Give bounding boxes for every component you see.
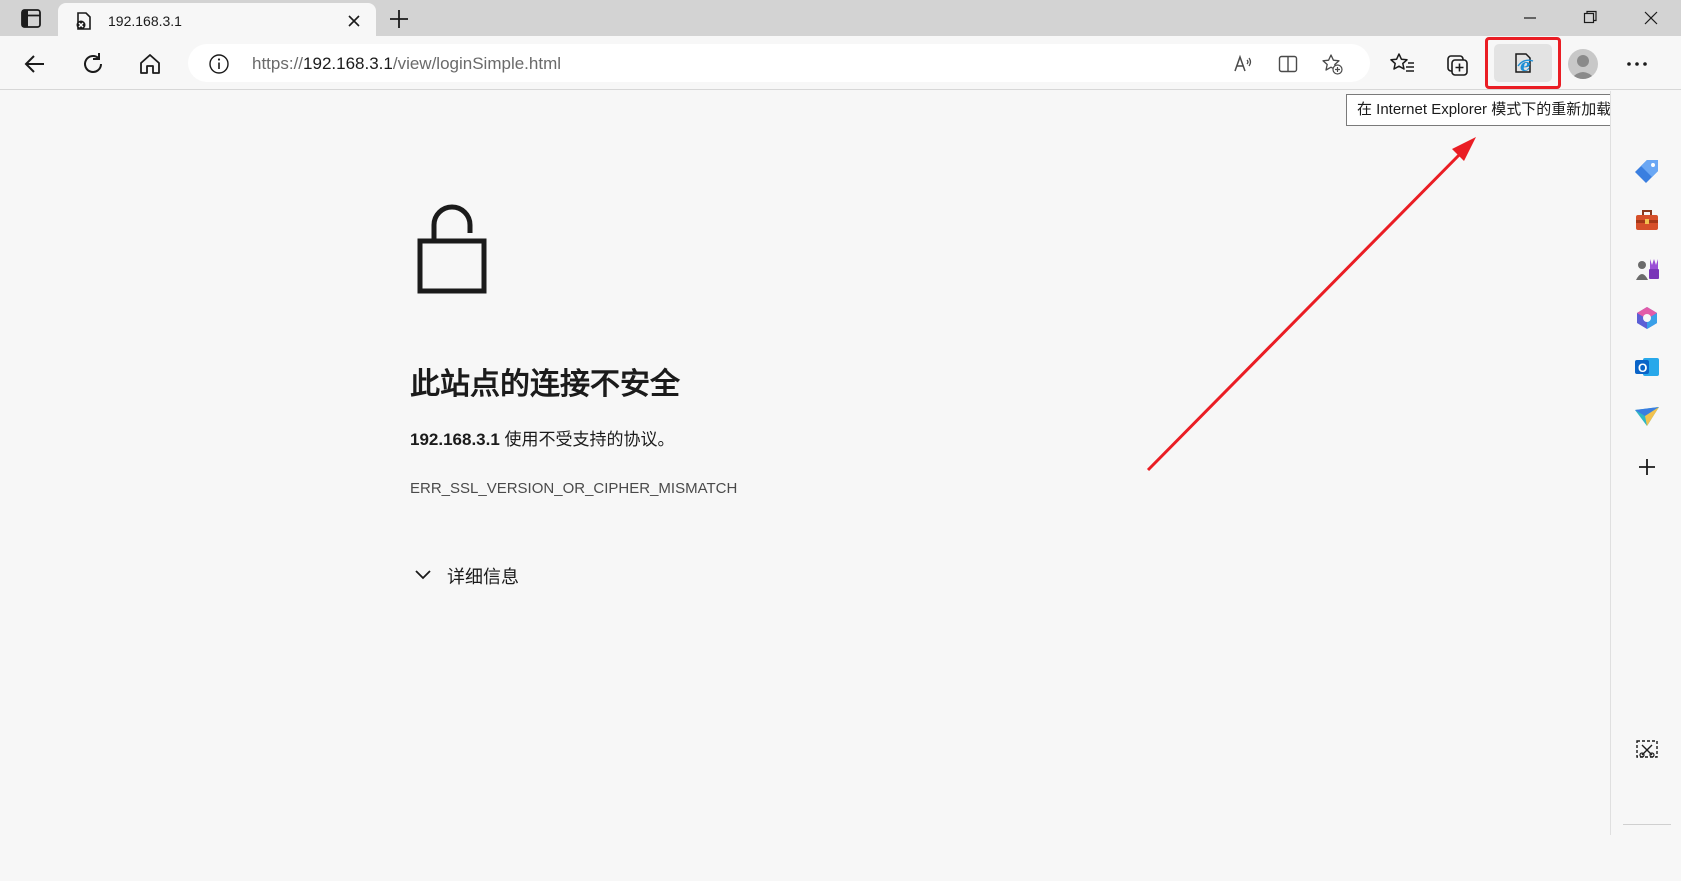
refresh-button[interactable] xyxy=(77,48,109,80)
tab-strip: 192.168.3.1 xyxy=(0,0,1681,39)
tools-briefcase-icon[interactable] xyxy=(1633,206,1661,234)
collections-button[interactable] xyxy=(1441,48,1473,80)
split-screen-icon[interactable] xyxy=(1277,53,1299,75)
screenshot-icon[interactable] xyxy=(1633,736,1661,764)
read-aloud-icon[interactable] xyxy=(1232,53,1254,75)
url-text[interactable]: https://192.168.3.1/view/loginSimple.htm… xyxy=(252,54,561,74)
more-icon xyxy=(1627,62,1647,66)
more-button[interactable] xyxy=(1621,48,1653,80)
favorites-icon xyxy=(1390,53,1414,72)
office-icon[interactable] xyxy=(1633,304,1661,332)
profile-avatar[interactable] xyxy=(1568,49,1598,79)
collections-icon xyxy=(1447,55,1468,76)
favorites-button[interactable] xyxy=(1386,48,1418,80)
tab-title: 192.168.3.1 xyxy=(108,13,182,29)
site-info-icon[interactable] xyxy=(208,53,230,75)
refresh-icon xyxy=(84,53,102,73)
back-button[interactable] xyxy=(19,48,51,80)
url-path: /view/loginSimple.html xyxy=(392,54,562,73)
url-host: 192.168.3.1 xyxy=(303,54,393,73)
shopping-tag-icon[interactable] xyxy=(1633,157,1661,185)
minimize-button[interactable] xyxy=(1515,6,1545,30)
error-description: 192.168.3.1 使用不受支持的协议。 xyxy=(410,425,675,450)
outlook-icon[interactable]: O xyxy=(1633,353,1661,381)
edge-sidebar: O xyxy=(1610,91,1681,835)
back-icon xyxy=(24,55,44,73)
tab-actions-button[interactable] xyxy=(12,6,48,32)
active-tab[interactable]: 192.168.3.1 xyxy=(58,3,376,39)
navigation-toolbar: https://192.168.3.1/view/loginSimple.htm… xyxy=(0,36,1681,90)
restore-icon xyxy=(1583,10,1597,24)
error-page: 此站点的连接不安全 192.168.3.1 使用不受支持的协议。 ERR_SSL… xyxy=(0,91,1610,881)
insecure-page-icon xyxy=(74,11,94,31)
send-icon[interactable] xyxy=(1633,402,1661,430)
sidebar-divider xyxy=(1623,824,1671,825)
add-icon[interactable] xyxy=(1633,453,1661,481)
tab-actions-icon xyxy=(21,9,41,28)
games-icon[interactable] xyxy=(1633,255,1661,283)
home-button[interactable] xyxy=(134,48,166,80)
url-scheme: https:// xyxy=(252,54,304,73)
close-icon xyxy=(1644,11,1658,25)
home-icon xyxy=(140,54,160,74)
plus-icon xyxy=(390,10,408,28)
add-favorite-icon[interactable] xyxy=(1321,53,1343,75)
unlocked-padlock-icon xyxy=(414,199,500,295)
close-window-button[interactable] xyxy=(1636,6,1666,30)
error-title: 此站点的连接不安全 xyxy=(410,368,680,401)
error-site: 192.168.3.1 xyxy=(410,430,500,449)
tab-close-icon[interactable] xyxy=(345,12,363,30)
chevron-down-icon xyxy=(415,570,431,580)
browser-window: 192.168.3.1 https://192.168.3.1/view/log… xyxy=(0,0,1681,881)
error-message: 使用不受支持的协议。 xyxy=(499,430,675,449)
new-tab-button[interactable] xyxy=(386,6,412,32)
svg-text:O: O xyxy=(1638,361,1647,375)
details-label: 详细信息 xyxy=(447,567,519,587)
ie-mode-highlight-box xyxy=(1485,37,1561,89)
error-code: ERR_SSL_VERSION_OR_CIPHER_MISMATCH xyxy=(410,480,738,497)
minimize-icon xyxy=(1524,17,1536,19)
restore-button[interactable] xyxy=(1575,6,1605,30)
address-bar[interactable]: https://192.168.3.1/view/loginSimple.htm… xyxy=(188,44,1370,82)
